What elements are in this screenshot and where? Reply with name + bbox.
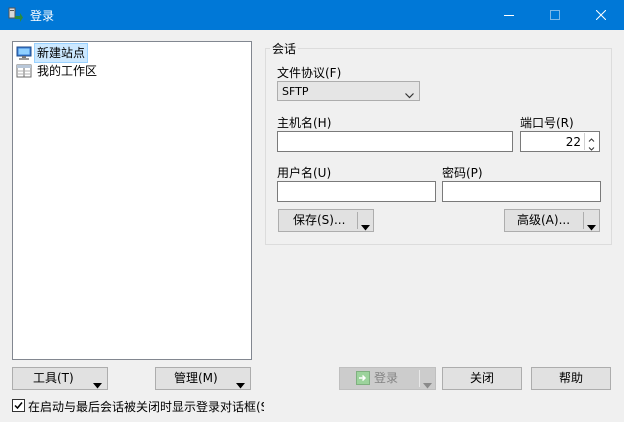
window-title: 登录 (30, 9, 55, 23)
username-label: 用户名(U) (277, 166, 332, 180)
port-spin-buttons[interactable] (584, 133, 598, 151)
password-input[interactable] (442, 181, 601, 202)
title-bar: 登录 (0, 0, 624, 30)
protocol-value: SFTP (282, 85, 309, 98)
checkmark-icon (14, 402, 23, 410)
protocol-label: 文件协议(F) (277, 66, 342, 80)
port-label: 端口号(R) (520, 116, 574, 130)
spin-down-icon[interactable] (585, 142, 598, 151)
port-spinner[interactable]: 22 (520, 131, 600, 152)
show-on-startup-label[interactable]: 在启动与最后会话被关闭时显示登录对话框(S) (28, 398, 264, 415)
tree-item-label: 新建站点 (33, 43, 89, 63)
login-button-label: 登录 (374, 371, 399, 385)
manage-button[interactable]: 管理(M) (155, 367, 251, 390)
split-divider (357, 212, 358, 229)
monitor-icon (16, 45, 32, 61)
advanced-button-label: 高级(A)... (517, 213, 571, 227)
dropdown-arrow-icon[interactable] (361, 217, 370, 238)
password-label: 密码(P) (442, 166, 483, 180)
split-divider (583, 212, 584, 229)
split-divider (419, 370, 420, 387)
minimize-button[interactable] (486, 0, 532, 30)
show-on-startup-checkbox[interactable] (12, 399, 25, 412)
close-window-button[interactable] (578, 0, 624, 30)
username-input[interactable] (277, 181, 436, 202)
tree-item-label: 我的工作区 (37, 64, 98, 78)
dropdown-arrow-icon (236, 375, 245, 396)
login-button[interactable]: 登录 (339, 367, 436, 390)
save-button-label: 保存(S)... (293, 213, 346, 227)
tools-button-label: 工具(T) (33, 371, 74, 385)
save-button[interactable]: 保存(S)... (278, 209, 374, 232)
spin-up-icon[interactable] (585, 133, 598, 142)
dropdown-arrow-icon (93, 375, 102, 396)
app-icon (8, 7, 24, 23)
login-icon (356, 371, 370, 392)
host-input[interactable] (277, 131, 513, 152)
protocol-select[interactable]: SFTP (277, 81, 420, 101)
tools-button[interactable]: 工具(T) (12, 367, 108, 390)
workspace-icon (16, 63, 32, 79)
advanced-button[interactable]: 高级(A)... (504, 209, 600, 232)
help-button[interactable]: 帮助 (531, 367, 611, 390)
session-group-title: 会话 (270, 40, 299, 57)
close-button[interactable]: 关闭 (442, 367, 522, 390)
dropdown-arrow-icon[interactable] (423, 375, 432, 396)
close-button-label: 关闭 (469, 371, 494, 385)
host-label: 主机名(H) (277, 116, 332, 130)
site-tree[interactable]: 新建站点 我的工作区 (12, 41, 252, 360)
help-button-label: 帮助 (558, 371, 583, 385)
chevron-down-icon (405, 88, 414, 102)
manage-button-label: 管理(M) (174, 371, 218, 385)
maximize-button[interactable] (532, 0, 578, 30)
dropdown-arrow-icon[interactable] (587, 217, 596, 238)
port-value: 22 (565, 135, 581, 149)
